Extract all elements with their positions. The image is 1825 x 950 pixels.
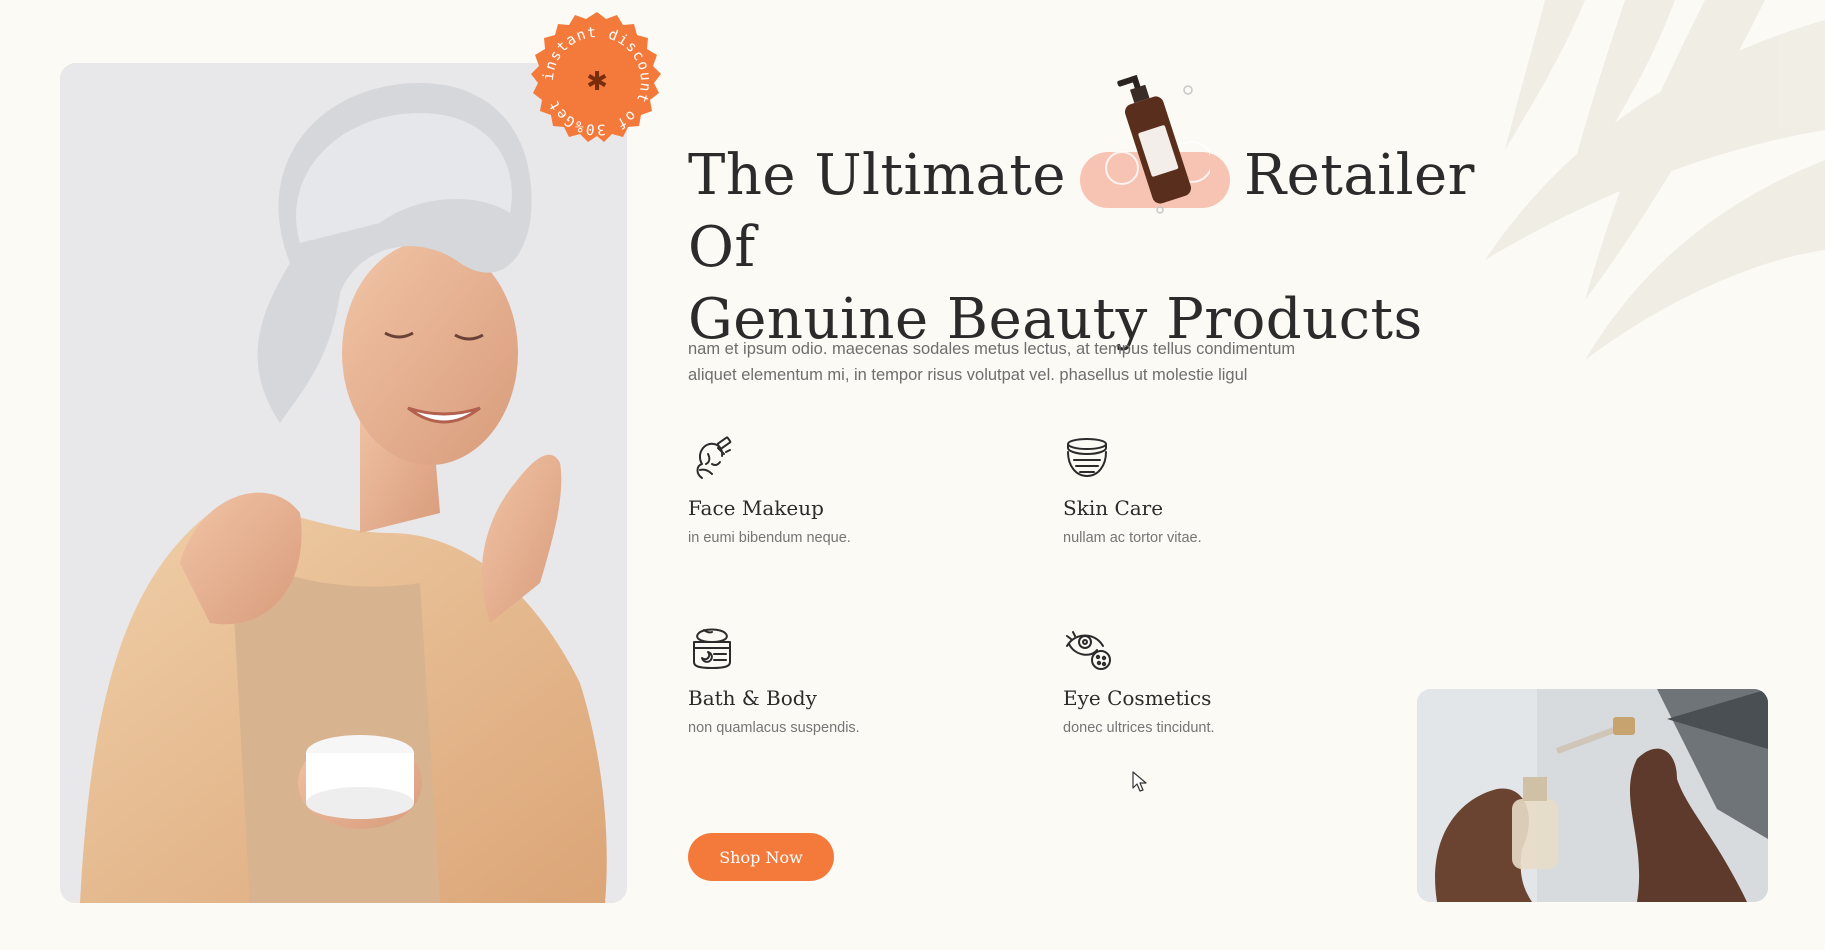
hero-description: nam et ipsum odio. maecenas sodales metu…	[688, 340, 1296, 384]
feature-skin-care[interactable]: Skin Care nullam ac tortor vitae.	[1063, 434, 1393, 546]
serum-dropper-photo	[1417, 689, 1768, 902]
mouse-cursor-icon	[1132, 771, 1147, 792]
skin-care-icon	[1067, 438, 1107, 477]
bath-body-icon	[693, 628, 731, 669]
feature-subtitle: non quamlacus suspendis.	[688, 720, 860, 736]
pump-bottle-icon	[1105, 74, 1211, 214]
feature-title: Face Makeup	[688, 496, 824, 520]
feature-title: Bath & Body	[688, 686, 817, 710]
face-makeup-icon	[696, 436, 732, 479]
hero-heading: The Ultimate Retailer Of Genuine Beauty …	[688, 74, 1538, 356]
feature-subtitle: donec ultrices tincidunt.	[1063, 720, 1215, 736]
feature-eye-cosmetics[interactable]: Eye Cosmetics donec ultrices tincidunt.	[1063, 624, 1393, 736]
hero-photo-woman-towel	[60, 63, 627, 903]
feature-bath-body[interactable]: Bath & Body non quamlacus suspendis.	[688, 624, 1018, 736]
feature-face-makeup[interactable]: Face Makeup in eumi bibendum neque.	[688, 434, 1018, 546]
feature-subtitle: nullam ac tortor vitae.	[1063, 530, 1202, 546]
discount-badge: instant discount of 30%Get ✱	[526, 10, 668, 152]
product-pill-decoration	[1080, 74, 1231, 214]
asterisk-icon: ✱	[586, 67, 608, 97]
eye-cosmetics-icon	[1066, 631, 1111, 670]
feature-subtitle: in eumi bibendum neque.	[688, 530, 851, 546]
shop-now-button[interactable]: Shop Now	[688, 833, 834, 881]
feature-title: Skin Care	[1063, 496, 1164, 520]
feature-title: Eye Cosmetics	[1063, 686, 1212, 710]
heading-part-1: The Ultimate	[688, 143, 1067, 208]
